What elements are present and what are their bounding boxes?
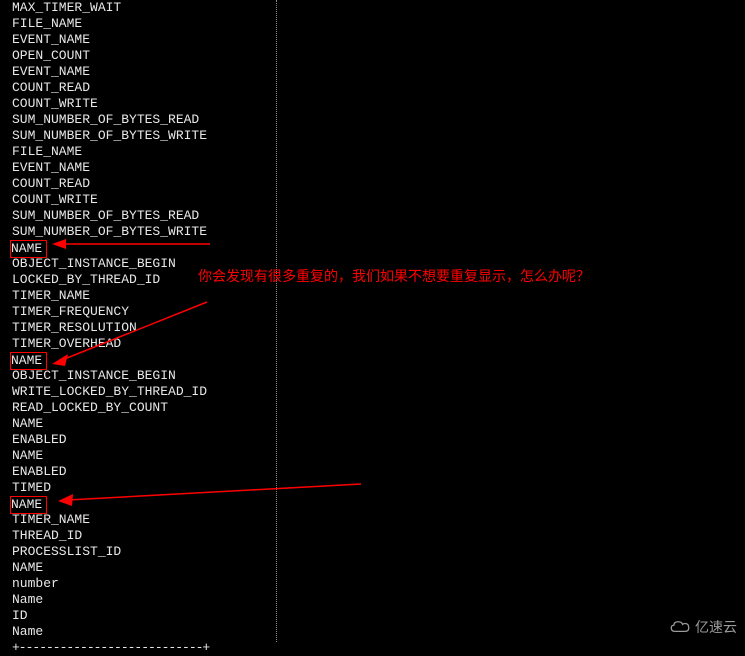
terminal-line: MAX_TIMER_WAIT [12, 0, 276, 16]
terminal-line: SUM_NUMBER_OF_BYTES_WRITE [12, 224, 276, 240]
terminal-line: FILE_NAME [12, 144, 276, 160]
terminal-line: READ_LOCKED_BY_COUNT [12, 400, 276, 416]
watermark: 亿速云 [669, 617, 737, 637]
terminal-line: NAME [12, 416, 276, 432]
terminal-line: COUNT_READ [12, 80, 276, 96]
terminal-line: NAME [12, 352, 276, 368]
terminal-line: COUNT_WRITE [12, 192, 276, 208]
terminal-line: OBJECT_INSTANCE_BEGIN [12, 368, 276, 384]
separator-line: +---------------------------+ [12, 640, 276, 656]
terminal-line: ENABLED [12, 464, 276, 480]
terminal-line: TIMER_NAME [12, 288, 276, 304]
terminal-line: SUM_NUMBER_OF_BYTES_READ [12, 208, 276, 224]
terminal-line: FILE_NAME [12, 16, 276, 32]
terminal-line: TIMER_FREQUENCY [12, 304, 276, 320]
terminal-line: SUM_NUMBER_OF_BYTES_READ [12, 112, 276, 128]
terminal-line: Name [12, 624, 276, 640]
terminal-line: WRITE_LOCKED_BY_THREAD_ID [12, 384, 276, 400]
terminal-line: EVENT_NAME [12, 32, 276, 48]
terminal-line: COUNT_WRITE [12, 96, 276, 112]
annotation-text: 你会发现有很多重复的，我们如果不想要重复显示，怎么办呢？ [198, 266, 590, 286]
terminal-line: EVENT_NAME [12, 160, 276, 176]
terminal-line: Name [12, 592, 276, 608]
terminal-line: TIMED [12, 480, 276, 496]
terminal-line: NAME [12, 448, 276, 464]
terminal-line: TIMER_OVERHEAD [12, 336, 276, 352]
terminal-line: number [12, 576, 276, 592]
terminal-line: TIMER_NAME [12, 512, 276, 528]
terminal-line: ID [12, 608, 276, 624]
terminal-line: EVENT_NAME [12, 64, 276, 80]
watermark-text: 亿速云 [695, 617, 737, 637]
terminal-output: MAX_TIMER_WAITFILE_NAMEEVENT_NAMEOPEN_CO… [0, 0, 277, 642]
terminal-line: TIMER_RESOLUTION [12, 320, 276, 336]
terminal-line: NAME [12, 240, 276, 256]
terminal-line: THREAD_ID [12, 528, 276, 544]
terminal-line: PROCESSLIST_ID [12, 544, 276, 560]
terminal-line: NAME [12, 496, 276, 512]
terminal-line: SUM_NUMBER_OF_BYTES_WRITE [12, 128, 276, 144]
terminal-line: NAME [12, 560, 276, 576]
terminal-line: OPEN_COUNT [12, 48, 276, 64]
annotation-area [277, 0, 745, 642]
terminal-line: COUNT_READ [12, 176, 276, 192]
terminal-line: ENABLED [12, 432, 276, 448]
cloud-icon [669, 620, 691, 634]
